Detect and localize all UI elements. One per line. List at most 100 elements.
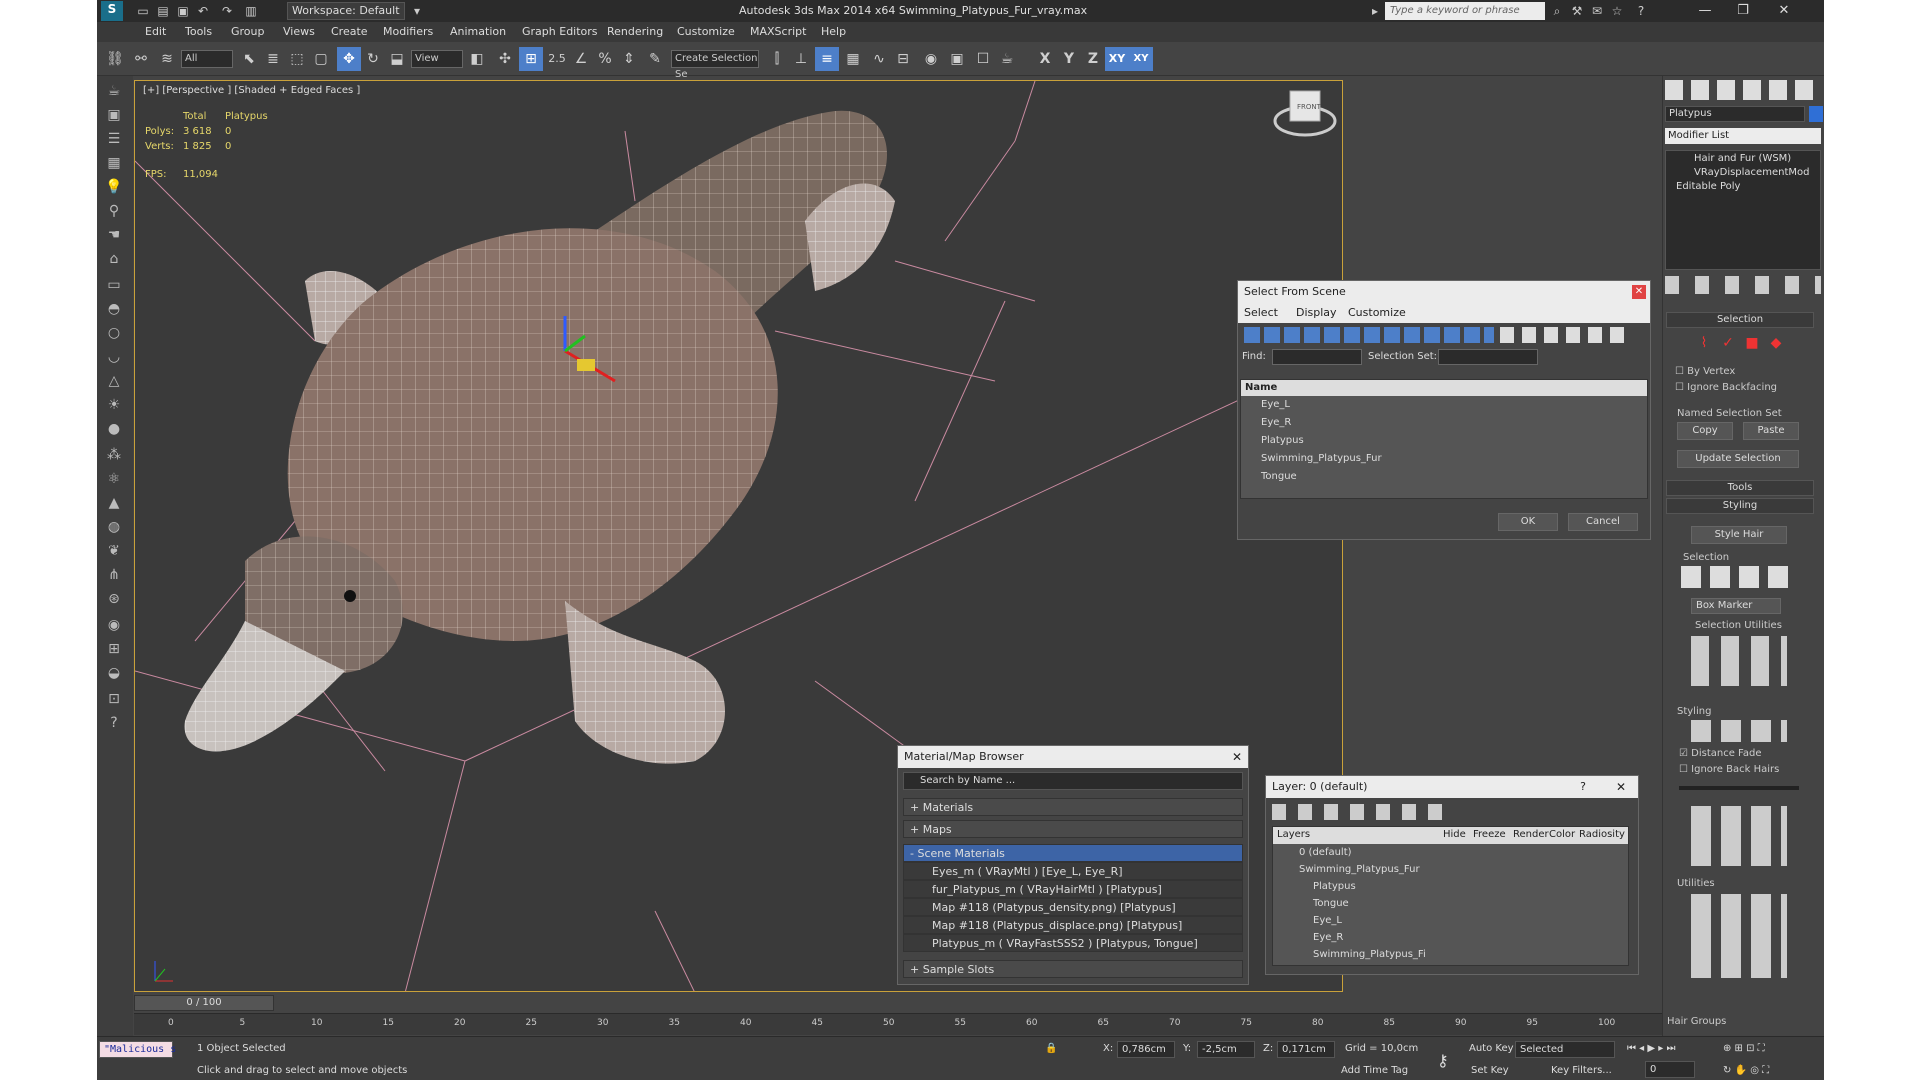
ignore-back-hairs-checkbox[interactable]: ☐ Ignore Back Hairs: [1679, 764, 1779, 775]
hair-selection-icons[interactable]: [1681, 566, 1797, 588]
orbit-pan-icons[interactable]: ↻ ✋ ◎ ⛶: [1723, 1065, 1769, 1076]
render-frame-icon[interactable]: ▣: [103, 104, 125, 126]
select-by-name-icon[interactable]: ≣: [261, 47, 285, 71]
environment-icon[interactable]: ◒: [103, 662, 125, 684]
minimize-button[interactable]: —: [1686, 0, 1724, 22]
col-freeze[interactable]: Freeze: [1473, 829, 1506, 840]
stack-toolbar-icons[interactable]: [1665, 276, 1821, 294]
redo-icon[interactable]: ↷: [219, 3, 235, 19]
mirror-icon[interactable]: ⫿: [765, 47, 789, 71]
stack-item[interactable]: Editable Poly: [1676, 181, 1740, 192]
col-hide[interactable]: Hide: [1443, 829, 1466, 840]
mb-material-item[interactable]: fur_Platypus_m ( VRayHairMtl ) [Platypus…: [903, 880, 1243, 898]
sphere-icon[interactable]: ○: [103, 322, 125, 344]
open-file-icon[interactable]: ▤: [155, 3, 171, 19]
list-item[interactable]: Swimming_Platypus_Fur: [1241, 450, 1647, 468]
bowl-icon[interactable]: ◡: [103, 346, 125, 368]
globe-icon[interactable]: ◍: [103, 516, 125, 538]
app-logo-icon[interactable]: S: [101, 1, 123, 21]
auto-key-button[interactable]: Auto Key: [1469, 1043, 1514, 1054]
mb-section-materials[interactable]: + Materials: [903, 798, 1243, 816]
axis-z-button[interactable]: Z: [1081, 47, 1105, 71]
mb-search-input[interactable]: Search by Name ...: [903, 772, 1243, 790]
pyramid-icon[interactable]: ▲: [103, 492, 125, 514]
brush-size-slider[interactable]: [1679, 786, 1799, 790]
stack-item[interactable]: Hair and Fur (WSM): [1694, 153, 1791, 164]
ok-button[interactable]: OK: [1498, 513, 1558, 531]
fur-icon[interactable]: ⋔: [103, 564, 125, 586]
axis-x-button[interactable]: X: [1033, 47, 1057, 71]
binoculars-icon[interactable]: ⌕: [1549, 3, 1565, 19]
selection-rollout[interactable]: Selection: [1666, 312, 1814, 328]
add-time-tag[interactable]: Add Time Tag: [1341, 1065, 1408, 1076]
render-teapot-icon[interactable]: ☕: [995, 47, 1019, 71]
menu-tools[interactable]: Tools: [185, 22, 212, 42]
camera-icon[interactable]: ⌂: [103, 248, 125, 270]
angle-snap-icon[interactable]: ∠: [569, 47, 593, 71]
close-window-button[interactable]: ✕: [1765, 0, 1803, 22]
menu-customize[interactable]: Customize: [677, 22, 735, 42]
material-editor-icon[interactable]: ◉: [919, 47, 943, 71]
project-folder-icon[interactable]: ▥: [243, 3, 259, 19]
leaf-icon[interactable]: ❦: [103, 540, 125, 562]
distance-fade-checkbox[interactable]: ☑ Distance Fade: [1679, 748, 1762, 759]
communication-icon[interactable]: ✉: [1589, 3, 1605, 19]
table-row[interactable]: Swimming_Platypus_Fi: [1273, 946, 1630, 963]
axis-xy-button[interactable]: XY: [1105, 47, 1129, 71]
list-item[interactable]: Tongue: [1241, 468, 1647, 486]
spinner-snap-icon[interactable]: ⇕: [617, 47, 641, 71]
table-row[interactable]: Tongue: [1273, 895, 1630, 912]
favorites-star-icon[interactable]: ☆: [1609, 3, 1625, 19]
reference-coord-dropdown[interactable]: View: [411, 50, 463, 68]
save-frame-icon[interactable]: ⊡: [103, 688, 125, 710]
dome-icon[interactable]: ◓: [103, 298, 125, 320]
styling-tool-icons[interactable]: [1691, 720, 1787, 742]
ribbon-icon[interactable]: ▦: [841, 47, 865, 71]
search-arrow-icon[interactable]: ▸: [1367, 3, 1383, 19]
mb-material-item[interactable]: Platypus_m ( VRayFastSSS2 ) [Platypus, T…: [903, 934, 1243, 952]
key-mode-dropdown[interactable]: Selected: [1515, 1041, 1615, 1058]
help-query-icon[interactable]: ▾: [409, 3, 425, 19]
close-icon[interactable]: ✕: [1632, 285, 1646, 299]
col-render[interactable]: Render: [1513, 829, 1549, 840]
styling-rollout[interactable]: Styling: [1666, 498, 1814, 514]
table-row[interactable]: Eye_R: [1273, 929, 1630, 946]
modifier-list-dropdown[interactable]: Modifier List: [1665, 128, 1821, 144]
lamp-icon[interactable]: ⚲: [103, 200, 125, 222]
align-icon[interactable]: ⊥: [789, 47, 813, 71]
object-color-swatch[interactable]: [1809, 106, 1823, 122]
layer-toolbar-icons[interactable]: [1272, 804, 1452, 820]
sfs-filter-icons[interactable]: [1244, 327, 1494, 343]
menu-create[interactable]: Create: [331, 22, 368, 42]
box-icon[interactable]: ▭: [103, 274, 125, 296]
copy-button[interactable]: Copy: [1677, 422, 1733, 440]
list-item[interactable]: Eye_L: [1241, 396, 1647, 414]
name-column-header[interactable]: Name: [1241, 380, 1647, 396]
menu-edit[interactable]: Edit: [145, 22, 166, 42]
by-vertex-checkbox[interactable]: ☐ By Vertex: [1675, 366, 1735, 377]
select-scale-icon[interactable]: ⬓: [385, 47, 409, 71]
subscription-icon[interactable]: ⚒: [1569, 3, 1585, 19]
lock-selection-icon[interactable]: 🔒: [1045, 1043, 1057, 1054]
snaps-toggle-icon[interactable]: 2.5: [545, 47, 569, 71]
selection-set-dropdown[interactable]: [1438, 349, 1538, 365]
axis-xy-cycle-button[interactable]: XY: [1129, 47, 1153, 71]
strand-icon[interactable]: ✓: [1717, 332, 1739, 354]
scene-converter-icon[interactable]: ⊞: [103, 638, 125, 660]
teapot-icon[interactable]: ☕: [103, 80, 125, 102]
cancel-button[interactable]: Cancel: [1568, 513, 1638, 531]
command-panel-tabs[interactable]: [1665, 80, 1821, 100]
pivot-center-icon[interactable]: ◧: [465, 47, 489, 71]
cone-icon[interactable]: △: [103, 370, 125, 392]
select-rotate-icon[interactable]: ↻: [361, 47, 385, 71]
new-file-icon[interactable]: ▭: [135, 3, 151, 19]
paste-button[interactable]: Paste: [1743, 422, 1799, 440]
workspace-dropdown[interactable]: Workspace: Default: [287, 2, 405, 20]
playback-controls[interactable]: ⏮ ◂ ▶ ▸ ⏭: [1627, 1043, 1675, 1054]
select-manipulate-icon[interactable]: ✣: [493, 47, 517, 71]
sfs-sort-icons[interactable]: [1500, 327, 1630, 343]
save-file-icon[interactable]: ▣: [175, 3, 191, 19]
search-input[interactable]: Type a keyword or phrase: [1385, 2, 1545, 20]
x-coordinate-field[interactable]: 0,786cm: [1117, 1041, 1175, 1058]
mb-section-sample-slots[interactable]: + Sample Slots: [903, 960, 1243, 978]
